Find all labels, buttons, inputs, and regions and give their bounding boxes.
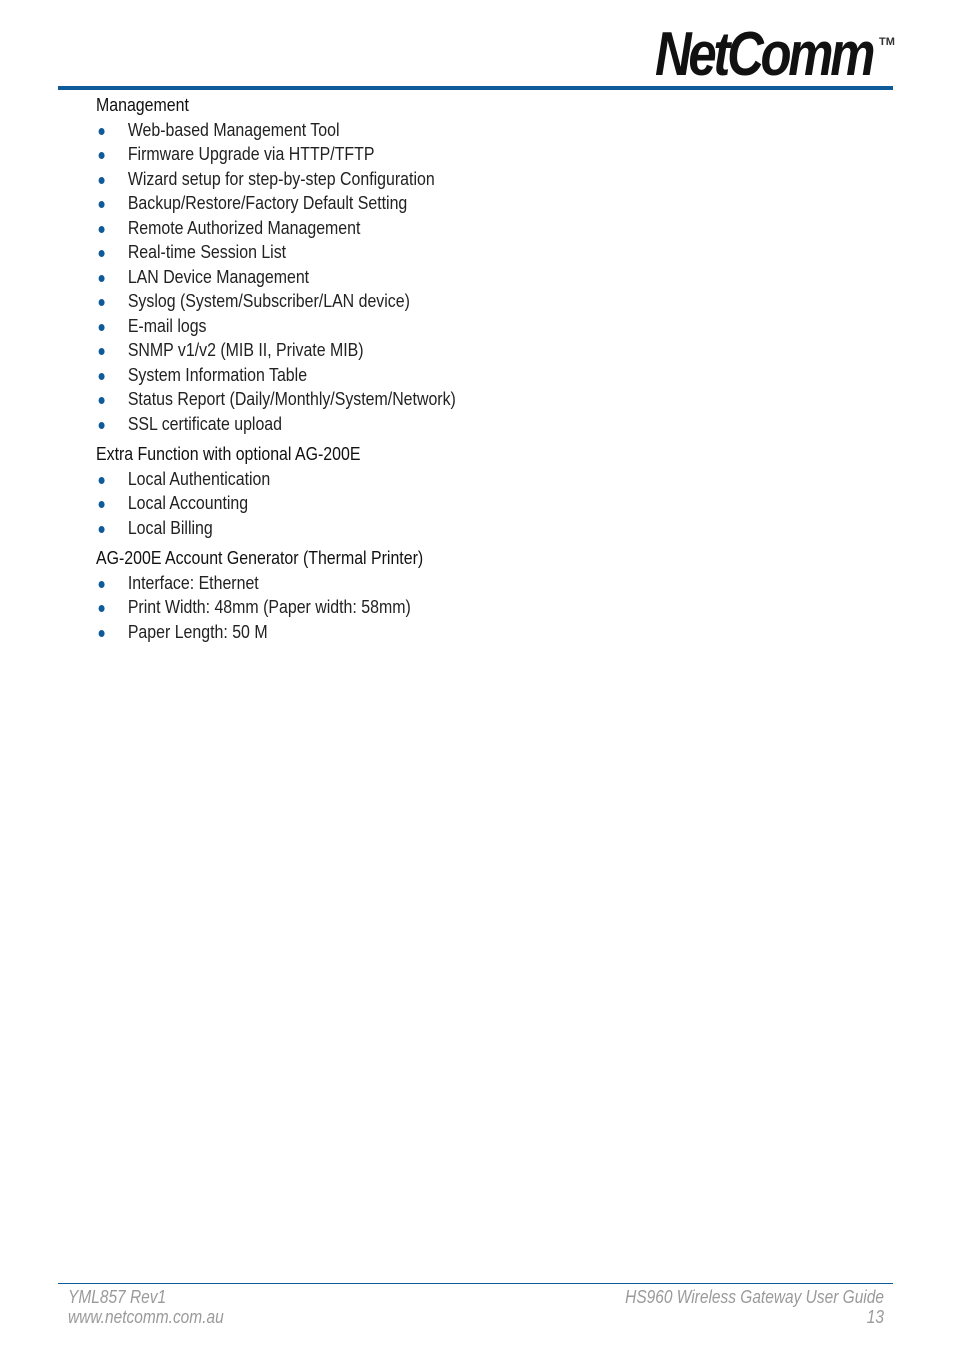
page-number: 13 [866,1307,884,1327]
list-item: System Information Table [96,363,456,388]
bullet-list: Local Authentication Local Accounting Lo… [96,467,456,541]
list-item-text: Local Billing [127,516,213,538]
section-heading: Extra Function with optional AG-200E [96,443,361,464]
section-management: Management Web-based Management Tool Fir… [96,93,456,436]
bullet-icon [98,127,105,135]
bullet-icon [98,397,105,404]
list-item-text: E-mail logs [127,314,207,336]
list-item-text: SNMP v1/v2 (MIB II, Private MIB) [127,339,364,360]
bullet-icon [98,501,105,508]
list-item-text: Print Width: 48mm (Paper width: 58mm) [127,596,411,617]
list-item: Remote Authorized Management [96,216,456,241]
bullet-icon [98,348,105,355]
list-item: SSL certificate upload [96,412,456,437]
list-item: Wizard setup for step-by-step Configurat… [96,167,456,192]
list-item-text: Real-time Session List [127,241,287,262]
bullet-icon [98,372,105,380]
bullet-icon [98,421,105,429]
list-item-text: Interface: Ethernet [127,571,259,593]
bullet-icon [98,274,105,282]
list-item-text: SSL certificate upload [127,412,283,434]
bullet-icon [98,176,105,184]
list-item: E-mail logs [96,314,456,339]
list-item-text: Remote Authorized Management [127,216,361,238]
list-item-text: Local Accounting [127,492,249,513]
page-content: Management Web-based Management Tool Fir… [96,93,456,650]
list-item-text: Syslog (System/Subscriber/LAN device) [127,290,410,311]
header-divider [58,86,893,90]
bullet-icon [98,476,105,484]
trademark-symbol: TM [879,36,895,48]
netcomm-logo: NetComm TM [655,20,920,89]
bullet-icon [98,323,105,331]
bullet-icon [98,605,105,612]
footer-left: YML857 Rev1 www.netcomm.com.au [68,1287,224,1327]
list-item: Web-based Management Tool [96,118,456,143]
section-heading: AG-200E Account Generator (Thermal Print… [96,547,424,568]
list-item: Local Billing [96,516,456,541]
list-item: LAN Device Management [96,265,456,290]
bullet-icon [98,152,105,159]
bullet-icon [98,580,105,588]
bullet-icon [98,629,105,637]
logo-wordmark: NetComm [655,20,875,89]
list-item: Backup/Restore/Factory Default Setting [96,191,456,216]
list-item: Local Accounting [96,491,456,516]
list-item-text: Backup/Restore/Factory Default Setting [127,192,408,213]
section-extra-function: Extra Function with optional AG-200E Loc… [96,442,456,540]
bullet-list: Interface: Ethernet Print Width: 48mm (P… [96,571,456,645]
bullet-icon [98,250,105,257]
list-item: SNMP v1/v2 (MIB II, Private MIB) [96,338,456,363]
list-item-text: Wizard setup for step-by-step Configurat… [127,167,435,189]
section-account-generator: AG-200E Account Generator (Thermal Print… [96,546,456,644]
bullet-list: Web-based Management Tool Firmware Upgra… [96,118,456,437]
list-item-text: Web-based Management Tool [127,118,340,140]
list-item: Print Width: 48mm (Paper width: 58mm) [96,595,456,620]
bullet-icon [98,299,105,306]
list-item: Syslog (System/Subscriber/LAN device) [96,289,456,314]
list-item-text: System Information Table [127,363,308,385]
list-item-text: Status Report (Daily/Monthly/System/Netw… [127,388,456,409]
list-item-text: Local Authentication [127,467,271,489]
footer-right: HS960 Wireless Gateway User Guide 13 [625,1287,884,1327]
list-item: Status Report (Daily/Monthly/System/Netw… [96,387,456,412]
document-code: YML857 Rev1 [68,1287,167,1307]
list-item: Local Authentication [96,467,456,492]
bullet-icon [98,201,105,208]
list-item: Interface: Ethernet [96,571,456,596]
list-item-text: Paper Length: 50 M [127,620,268,642]
footer-divider [58,1283,893,1284]
list-item: Real-time Session List [96,240,456,265]
guide-title: HS960 Wireless Gateway User Guide [625,1287,884,1307]
list-item-text: Firmware Upgrade via HTTP/TFTP [127,143,375,164]
list-item: Paper Length: 50 M [96,620,456,645]
section-heading: Management [96,94,189,115]
bullet-icon [98,525,105,533]
list-item: Firmware Upgrade via HTTP/TFTP [96,142,456,167]
bullet-icon [98,225,105,233]
list-item-text: LAN Device Management [127,265,310,287]
website-url: www.netcomm.com.au [68,1307,224,1327]
